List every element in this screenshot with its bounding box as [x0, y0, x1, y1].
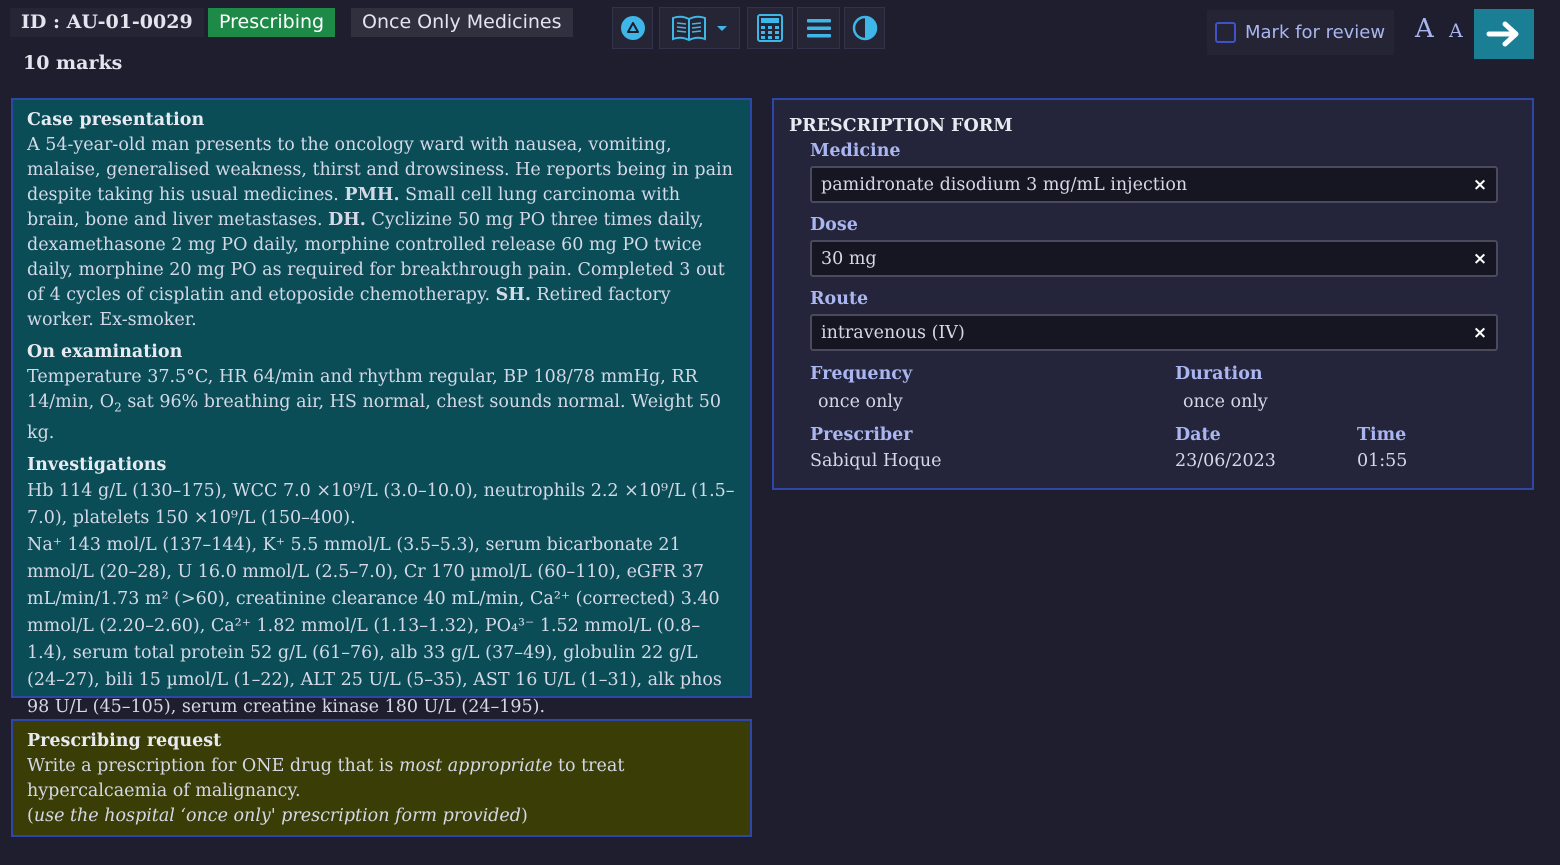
- contrast-button[interactable]: [844, 7, 885, 49]
- menu-icon: [806, 19, 831, 38]
- category-badge: Prescribing: [208, 8, 336, 37]
- case-panel: Case presentation A 54-year-old man pres…: [11, 98, 752, 717]
- font-size-decrease-button[interactable]: A: [1449, 20, 1463, 42]
- prescription-form: PRESCRIPTION FORM Medicine pamidronate d…: [772, 98, 1534, 490]
- case-presentation-text: A 54-year-old man presents to the oncolo…: [27, 135, 733, 330]
- contrast-icon: [852, 15, 877, 41]
- references-dropdown-button[interactable]: [659, 7, 740, 49]
- investigations-heading: Investigations: [27, 454, 167, 475]
- question-id: ID : AU-01-0029: [10, 8, 204, 37]
- medicine-value: pamidronate disodium 3 mg/mL injection: [821, 174, 1188, 195]
- menu-button[interactable]: [797, 7, 840, 49]
- marks-label: 10 marks: [23, 52, 123, 74]
- medicine-field[interactable]: pamidronate disodium 3 mg/mL injection ×: [810, 166, 1498, 203]
- examination-text: Temperature 37.5°C, HR 64/min and rhythm…: [27, 367, 721, 443]
- route-value: intravenous (IV): [821, 322, 965, 343]
- frequency-value: once only: [818, 392, 903, 412]
- mark-for-review-toggle[interactable]: Mark for review: [1207, 10, 1394, 55]
- clear-medicine-icon[interactable]: ×: [1464, 175, 1496, 195]
- arrow-right-icon: [1486, 21, 1519, 47]
- time-label: Time: [1357, 425, 1407, 445]
- prescribing-request-heading: Prescribing request: [27, 731, 222, 751]
- route-field[interactable]: intravenous (IV) ×: [810, 314, 1498, 351]
- frequency-label: Frequency: [810, 364, 913, 384]
- dose-value: 30 mg: [821, 248, 877, 269]
- calculator-icon: [757, 14, 783, 42]
- duration-label: Duration: [1175, 364, 1263, 384]
- dose-label: Dose: [810, 215, 858, 235]
- route-label: Route: [810, 289, 869, 309]
- book-icon: [671, 15, 706, 42]
- date-value: 23/06/2023: [1175, 451, 1276, 471]
- examination-heading: On examination: [27, 342, 183, 362]
- clear-route-icon[interactable]: ×: [1464, 323, 1496, 343]
- prescriber-label: Prescriber: [810, 425, 913, 445]
- investigations-biochemistry: Na⁺ 143 mol/L (137–144), K⁺ 5.5 mmol/L (…: [27, 534, 722, 717]
- prescriber-value: Sabiqul Hoque: [810, 451, 942, 471]
- investigations-haematology: Hb 114 g/L (130–175), WCC 7.0 ×10⁹/L (3.…: [27, 480, 735, 528]
- flag-button[interactable]: [612, 7, 653, 49]
- triangle-up-icon: [620, 16, 645, 40]
- review-checkbox[interactable]: [1215, 22, 1236, 43]
- clear-dose-icon[interactable]: ×: [1464, 249, 1496, 269]
- case-presentation-heading: Case presentation: [27, 110, 205, 130]
- prescribing-request-text: Write a prescription for ONE drug that i…: [27, 756, 625, 801]
- time-value: 01:55: [1357, 451, 1408, 471]
- next-button[interactable]: [1474, 9, 1534, 59]
- duration-value: once only: [1183, 392, 1268, 412]
- dose-field[interactable]: 30 mg ×: [810, 240, 1498, 277]
- font-size-increase-button[interactable]: A: [1415, 14, 1434, 44]
- calculator-button[interactable]: [747, 7, 793, 49]
- prescribing-request-panel: Prescribing request Write a prescription…: [11, 719, 752, 837]
- medicine-label: Medicine: [810, 141, 901, 161]
- prescribing-request-note: (use the hospital ‘once only' prescripti…: [27, 806, 528, 826]
- prescription-form-title: PRESCRIPTION FORM: [789, 116, 1013, 136]
- chevron-down-icon: [716, 26, 727, 31]
- question-type-badge: Once Only Medicines: [351, 8, 573, 37]
- mark-for-review-label: Mark for review: [1245, 22, 1386, 43]
- date-label: Date: [1175, 425, 1221, 445]
